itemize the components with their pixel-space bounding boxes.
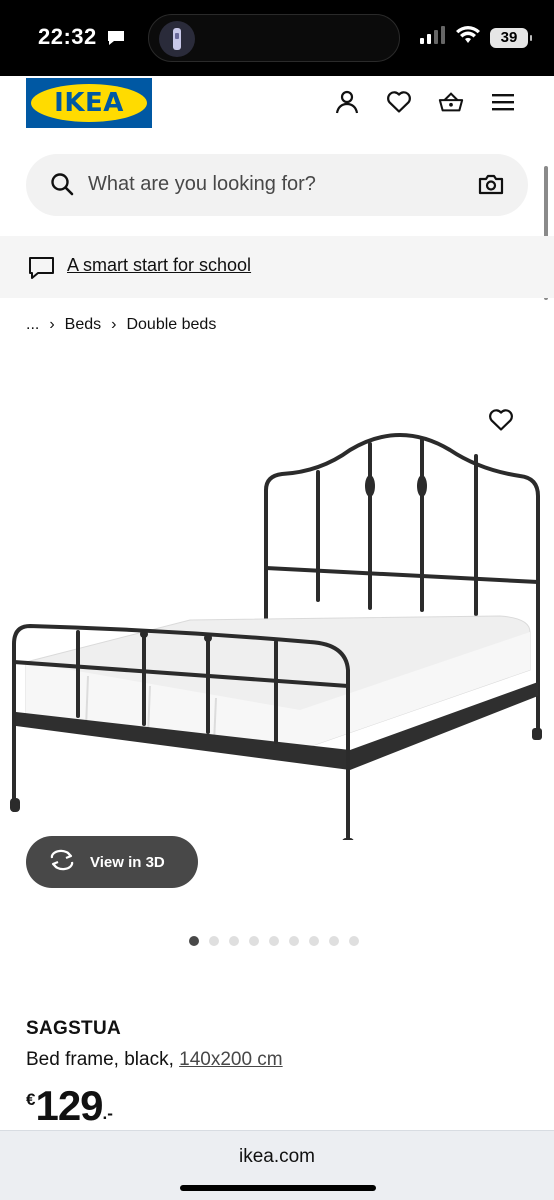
product-size-link[interactable]: 140x200 cm <box>179 1049 283 1070</box>
carousel-dot[interactable] <box>209 936 219 946</box>
price-currency: € <box>26 1090 36 1109</box>
product-description: Bed frame, black, 140x200 cm <box>26 1049 526 1071</box>
home-indicator[interactable] <box>180 1185 376 1191</box>
search-icon <box>50 172 76 203</box>
breadcrumb: ... › Beds › Double beds <box>26 316 216 334</box>
product-description-text: Bed frame, black, <box>26 1049 174 1070</box>
status-bar: 22:32 39 <box>0 0 554 76</box>
price-integer: 129 <box>35 1082 103 1129</box>
browser-address-bar[interactable]: ikea.com <box>0 1130 554 1200</box>
rotate-3d-icon <box>48 849 76 875</box>
battery-icon: 39 <box>490 27 532 48</box>
chevron-right-icon: › <box>111 316 117 333</box>
logo-text: IKEA <box>54 88 124 118</box>
heart-icon[interactable] <box>386 88 412 116</box>
message-icon <box>106 29 126 52</box>
ikea-logo[interactable]: IKEA <box>26 78 152 128</box>
carousel-dot[interactable] <box>189 936 199 946</box>
carousel-dot[interactable] <box>249 936 259 946</box>
clock: 22:32 <box>38 24 97 49</box>
carousel-dot[interactable] <box>329 936 339 946</box>
carousel-dots <box>189 936 359 946</box>
carousel-dot[interactable] <box>269 936 279 946</box>
search-input[interactable]: What are you looking for? <box>88 173 316 196</box>
carousel-dot[interactable] <box>309 936 319 946</box>
product-image <box>10 433 542 840</box>
user-icon[interactable] <box>334 88 360 116</box>
breadcrumb-ellipsis[interactable]: ... <box>26 316 39 334</box>
camera-icon[interactable] <box>478 172 504 201</box>
promo-banner[interactable]: A smart start for school <box>0 236 554 298</box>
site-header: IKEA What are you looking for? <box>0 76 554 300</box>
product-info: SAGSTUA Bed frame, black, 140x200 cm <box>26 1018 526 1071</box>
product-gallery[interactable]: View in 3D <box>0 350 554 970</box>
product-name[interactable]: SAGSTUA <box>26 1018 526 1040</box>
dynamic-island <box>148 14 400 62</box>
flashlight-icon <box>159 21 195 57</box>
breadcrumb-beds[interactable]: Beds <box>65 316 101 334</box>
url-text[interactable]: ikea.com <box>0 1146 554 1168</box>
carousel-dot[interactable] <box>289 936 299 946</box>
carousel-dot[interactable] <box>349 936 359 946</box>
search-bar[interactable]: What are you looking for? <box>26 154 528 216</box>
menu-icon[interactable] <box>490 88 516 116</box>
chat-icon <box>28 256 56 285</box>
view-in-3d-label: View in 3D <box>90 853 165 871</box>
product-price: € 129 .- <box>26 1082 113 1130</box>
promo-link[interactable]: A smart start for school <box>67 255 251 276</box>
price-decimal: .- <box>102 1104 113 1123</box>
signal-icon <box>420 26 446 49</box>
view-in-3d-button[interactable]: View in 3D <box>26 836 198 888</box>
wifi-icon <box>456 26 480 49</box>
breadcrumb-double-beds[interactable]: Double beds <box>126 316 216 334</box>
carousel-dot[interactable] <box>229 936 239 946</box>
chevron-right-icon: › <box>49 316 55 333</box>
basket-icon[interactable] <box>438 88 464 116</box>
